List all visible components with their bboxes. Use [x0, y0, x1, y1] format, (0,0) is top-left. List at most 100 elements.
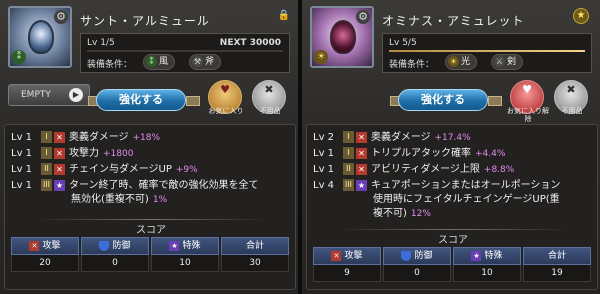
stat-value: +17.4% — [434, 133, 471, 143]
unused-label: 不用品 — [259, 107, 281, 115]
level-progress-fill — [389, 50, 585, 52]
stat-value: +18% — [132, 133, 161, 143]
sword-icon: ⚔ — [494, 56, 505, 67]
stat-level: Lv 1 — [11, 148, 33, 159]
stat-name: キュアポーションまたはオールポーション — [371, 180, 561, 191]
lock-icon: ⚙ — [356, 10, 370, 24]
amulet-thumbnail[interactable]: ⚙ ☀ — [310, 6, 374, 68]
tier-badge: I — [343, 147, 354, 159]
special-icon: ★ — [471, 250, 482, 261]
enhance-wing-right — [186, 96, 200, 106]
level-progress-bar — [389, 50, 585, 52]
next-value: 30000 — [249, 38, 281, 48]
attack-icon: ✕ — [331, 250, 342, 261]
attack-icon: ✕ — [54, 131, 65, 143]
attack-icon: ✕ — [356, 131, 367, 143]
light-icon: ☀ — [448, 56, 459, 67]
stat-row: Lv 1 I ✕ 奥義ダメージ +18% — [11, 131, 160, 145]
attack-icon: ✕ — [54, 163, 65, 175]
stat-level: Lv 1 — [313, 164, 335, 175]
level-text: Lv 1/5 — [87, 38, 115, 48]
tier-badge: III — [343, 179, 354, 191]
score-special: ★ 特殊 10 — [151, 237, 219, 273]
stat-name-line2: 使用時にフェイタルチェインゲージUP(重 — [373, 194, 560, 205]
stat-name: ターン終了時、確率で敵の強化効果を全て — [69, 180, 259, 191]
score-value: 10 — [151, 255, 219, 272]
condition-chip-light: ☀ 光 — [445, 54, 478, 70]
condition-chip-sword: ⚔ 剣 — [491, 54, 524, 70]
stat-name: 攻撃力 — [69, 148, 99, 159]
stat-value: +4.4% — [475, 149, 506, 159]
attack-icon: ✕ — [356, 147, 367, 159]
special-icon: ★ — [356, 179, 367, 191]
level-info-box: Lv 1/5 NEXT 30000 装備条件： ⁑ 風 ⚒ 斧 — [80, 33, 290, 73]
stat-name: 奥義ダメージ — [69, 132, 129, 143]
enhance-button[interactable]: 強化する — [398, 89, 488, 111]
unused-button[interactable]: ✖ 不用品 — [252, 80, 286, 115]
score-special: ★ 特殊 10 — [453, 247, 521, 283]
enhance-wing-right — [488, 96, 502, 106]
tier-badge: III — [41, 179, 52, 191]
stat-value: +9% — [175, 165, 198, 175]
enhance-button[interactable]: 強化する — [96, 89, 186, 111]
amulet-thumbnail[interactable]: ⚙ ⁑ — [8, 6, 72, 68]
stat-name-line3: 複不可) — [373, 208, 407, 219]
stat-row: Lv 1 I ✕ 攻撃力 +1800 — [11, 147, 133, 161]
score-grid: ✕ 攻撃 9 防御 0 ★ 特殊 10 合計 19 — [313, 247, 591, 283]
stat-level: Lv 2 — [313, 132, 335, 143]
lock-toggle-icon[interactable]: 🔒 — [276, 8, 292, 24]
score-title: スコア — [438, 235, 468, 246]
trash-icon: ✖ — [566, 83, 576, 96]
condition-chip-axe: ⚒ 斧 — [189, 54, 222, 70]
wind-icon: ⁑ — [146, 56, 157, 67]
stat-value: 1% — [152, 195, 168, 205]
score-total: 合計 19 — [523, 247, 591, 283]
empty-slot-button[interactable]: EMPTY ▶ — [8, 84, 90, 106]
tier-badge: II — [343, 163, 354, 175]
amulet-panel-left: ⚙ ⁑ サント・アルミュール 🔒 Lv 1/5 NEXT 30000 装備条件：… — [0, 0, 298, 294]
next-exp: NEXT 30000 — [220, 38, 281, 48]
special-icon: ★ — [169, 240, 180, 251]
stat-row: Lv 1 II ✕ アビリティダメージ上限 +8.8% — [313, 163, 514, 177]
score-value: 20 — [11, 255, 79, 272]
tier-badge: I — [41, 131, 52, 143]
stat-row: Lv 4 III ★ キュアポーションまたはオールポーション 使用時にフェイタルチェイン… — [313, 179, 560, 221]
unfavorite-button[interactable]: ♥ お気に入り解除 — [507, 80, 549, 123]
amulet-panel-right: ⚙ ☀ オミナス・アミュレット ★ Lv 5/5 装備条件： ☀ 光 ⚔ 剣 強化す… — [302, 0, 600, 294]
tier-badge: II — [41, 163, 52, 175]
unused-button[interactable]: ✖ 不用品 — [554, 80, 588, 115]
trash-icon: ✖ — [264, 83, 274, 96]
score-label: 合計 — [245, 241, 264, 251]
attack-icon: ✕ — [54, 147, 65, 159]
score-total: 合計 30 — [221, 237, 289, 273]
stat-level: Lv 1 — [11, 132, 33, 143]
favorite-button[interactable]: ♥ お気に入り — [208, 80, 244, 115]
level-info-box: Lv 5/5 装備条件： ☀ 光 ⚔ 剣 — [382, 33, 592, 73]
score-defense: 防御 0 — [383, 247, 451, 283]
stat-level: Lv 4 — [313, 180, 335, 191]
stat-row: Lv 1 I ✕ トリプルアタック確率 +4.4% — [313, 147, 505, 161]
stat-row: Lv 1 III ★ ターン終了時、確率で敵の強化効果を全て 無効化(重複不可) 1% — [11, 179, 259, 207]
score-defense: 防御 0 — [81, 237, 149, 273]
stat-name: トリプルアタック確率 — [371, 148, 471, 159]
stats-box: Lv 2 I ✕ 奥義ダメージ +17.4% Lv 1 I ✕ トリプルアタック確率 +4.4%… — [306, 124, 598, 290]
equip-condition-label: 装備条件： — [389, 60, 435, 70]
shield-icon — [401, 250, 412, 261]
stat-row: Lv 1 II ✕ チェイン与ダメージUP +9% — [11, 163, 198, 177]
score-attack: ✕ 攻撃 9 — [313, 247, 381, 283]
score-label: 特殊 — [182, 241, 201, 251]
score-grid: ✕ 攻撃 20 防御 0 ★ 特殊 10 合計 30 — [11, 237, 289, 273]
stats-box: Lv 1 I ✕ 奥義ダメージ +18% Lv 1 I ✕ 攻撃力 +1800 Lv 1 II ✕ チ… — [4, 124, 296, 290]
stat-name: アビリティダメージ上限 — [371, 164, 480, 175]
score-title: スコア — [136, 225, 166, 236]
score-divider — [35, 219, 267, 220]
stat-name-line2: 無効化(重複不可) — [71, 194, 149, 205]
score-value: 19 — [523, 265, 591, 282]
amulet-image — [28, 20, 54, 54]
shield-icon — [99, 240, 110, 251]
equip-condition-label: 装備条件： — [87, 60, 133, 70]
star-icon[interactable]: ★ — [573, 8, 589, 24]
condition-chip-wind: ⁑ 風 — [143, 54, 176, 70]
score-label: 合計 — [547, 251, 566, 261]
special-icon: ★ — [54, 179, 65, 191]
